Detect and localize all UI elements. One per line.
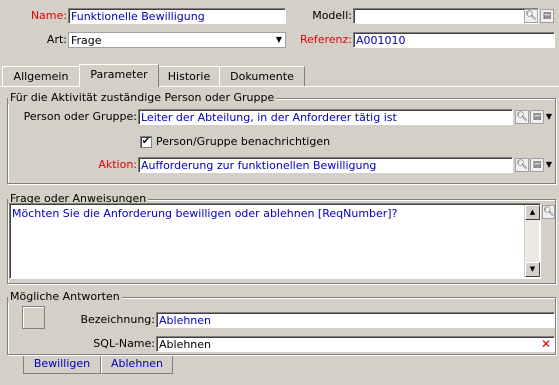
modell-label: Modell: [312,9,352,22]
answer-tab-bewilligen[interactable]: Bewilligen [23,356,101,374]
chevron-down-icon[interactable]: ▼ [544,109,554,125]
detail-icon[interactable]: ▤ [530,158,544,172]
tab-label: Parameter [90,68,148,81]
notify-label: Person/Gruppe benachrichtigen [156,135,331,148]
tab-label: Dokumente [230,70,294,83]
question-scrollbar[interactable]: ▲ ▼ [524,205,540,277]
chevron-down-icon[interactable]: ▼ [272,32,286,48]
clear-x-icon[interactable]: ✕ [541,336,551,352]
bezeichnung-field[interactable]: Ablehnen [156,312,555,328]
referenz-label: Referenz: [299,33,352,46]
answer-tab-label: Bewilligen [33,357,91,370]
aktion-field[interactable]: Aufforderung zur funktionellen Bewilligu… [138,157,513,173]
name-label: Name: [30,9,67,22]
referenz-field[interactable]: A001010 [353,32,555,48]
person-label: Person oder Gruppe: [23,110,137,123]
answer-tab-ablehnen[interactable]: Ablehnen [101,356,173,374]
notify-checkbox[interactable]: ✔ [140,136,152,148]
answers-group-title: Mögliche Antworten [8,290,122,303]
answer-color-swatch[interactable] [22,306,45,329]
tab-allgemein[interactable]: Allgemein [2,66,80,86]
tab-historie[interactable]: Historie [158,66,220,86]
bezeichnung-label: Bezeichnung: [80,313,155,326]
sqlname-label: SQL-Name: [93,337,155,350]
person-field[interactable]: Leiter der Abteilung, in der Anforderer … [138,109,513,125]
search-icon[interactable]: 🔍︎ [542,205,555,219]
scroll-up-icon[interactable]: ▲ [525,205,540,220]
modell-field[interactable] [353,8,539,24]
sqlname-field[interactable]: Ablehnen [156,336,555,352]
tab-label: Allgemein [13,70,69,83]
art-select[interactable]: Frage [68,32,286,48]
search-icon[interactable]: 🔍︎ [515,110,529,124]
tab-parameter[interactable]: Parameter [79,64,159,87]
name-field[interactable]: Funktionelle Bewilligung [68,8,286,24]
scroll-down-icon[interactable]: ▼ [525,262,540,277]
aktion-label: Aktion: [98,158,137,171]
detail-icon[interactable]: ▤ [530,110,544,124]
tab-bar: Allgemein Parameter Historie Dokumente [0,64,559,87]
question-textarea[interactable]: Möchten Sie die Anforderung bewilligen o… [9,203,541,279]
tab-label: Historie [167,70,211,83]
search-icon[interactable]: 🔍︎ [515,158,529,172]
answer-tab-label: Ablehnen [110,357,163,370]
responsible-group-title: Für die Aktivität zuständige Person oder… [8,91,277,104]
tab-dokumente[interactable]: Dokumente [219,66,305,86]
chevron-down-icon[interactable]: ▼ [544,157,554,173]
art-label: Art: [46,33,67,46]
search-icon[interactable]: 🔍︎ [524,9,538,23]
detail-icon[interactable]: ▤ [540,9,554,23]
